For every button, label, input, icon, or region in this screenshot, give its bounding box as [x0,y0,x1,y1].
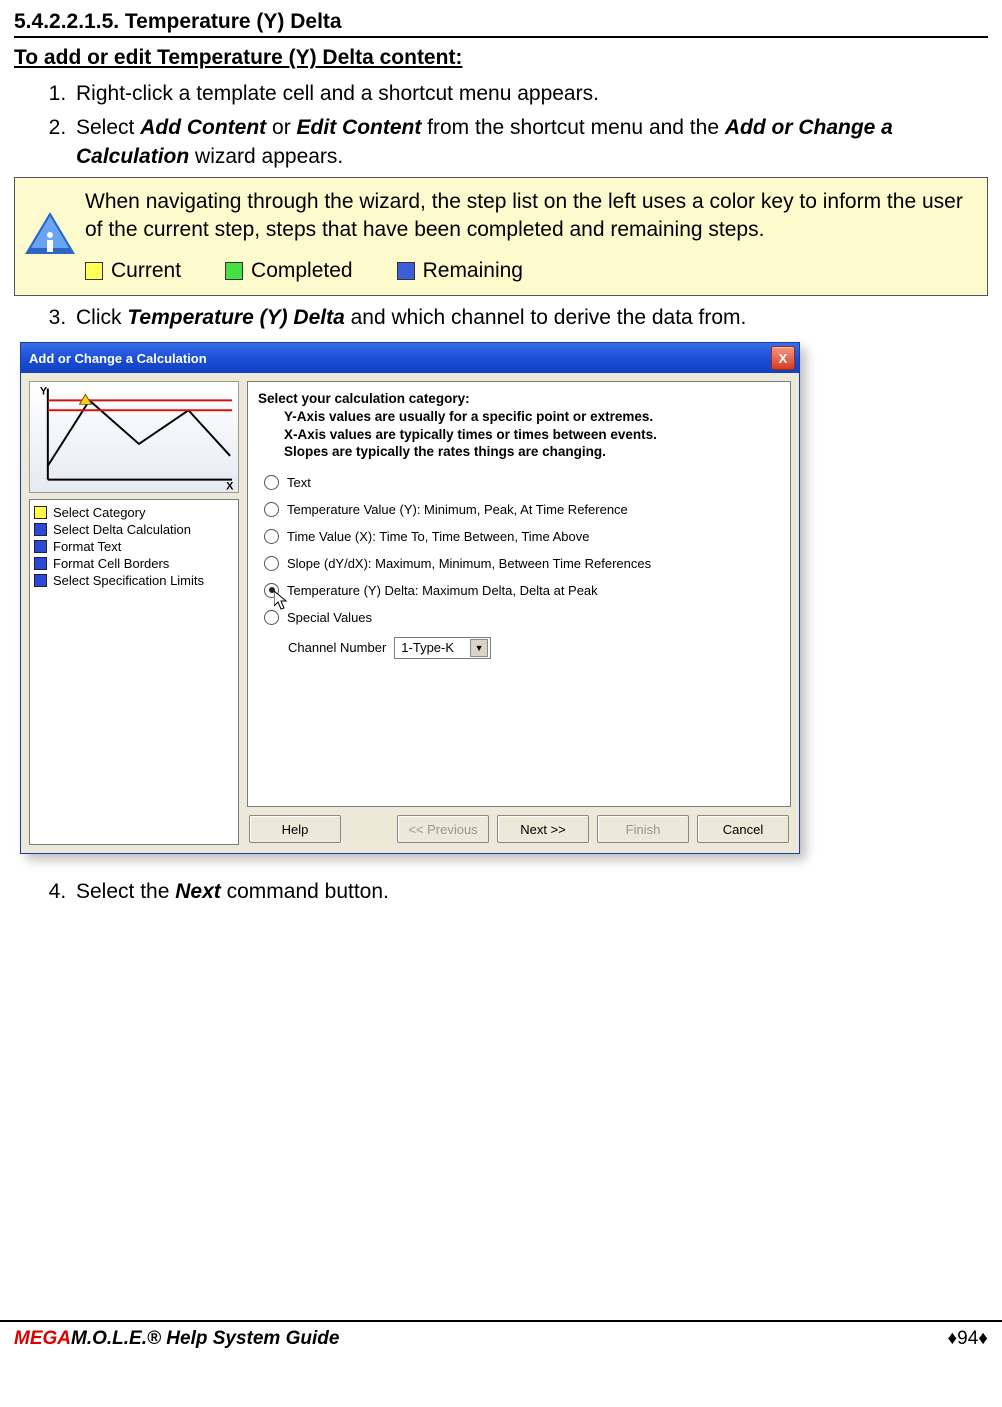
square-icon [34,523,47,536]
previous-button[interactable]: << Previous [397,815,489,843]
radio-label: Temperature (Y) Delta: Maximum Delta, De… [287,583,598,598]
steps-list: Right-click a template cell and a shortc… [14,80,988,171]
prompt-l3: X-Axis values are typically times or tim… [258,426,780,444]
step-label: Select Specification Limits [53,573,204,588]
svg-text:X: X [226,481,234,493]
step-2-bold-2: Edit Content [297,116,422,139]
cancel-button[interactable]: Cancel [697,815,789,843]
step-select-category[interactable]: Select Category [34,504,234,521]
footer-page: ♦94♦ [947,1328,988,1350]
channel-row: Channel Number 1-Type-K ▼ [264,637,780,659]
square-icon [34,557,47,570]
square-icon [34,506,47,519]
radio-temp-delta[interactable]: Temperature (Y) Delta: Maximum Delta, De… [264,583,780,598]
step-3-pre: Click [76,306,127,329]
key-completed-label: Completed [251,257,353,285]
prompt-l1: Select your calculation category: [258,391,470,406]
step-2-text: Select [76,116,140,139]
radio-icon [264,583,279,598]
prompt-panel: Select your calculation category: Y-Axis… [247,381,791,807]
dialog-titlebar[interactable]: Add or Change a Calculation X [21,343,799,373]
info-text: When navigating through the wizard, the … [85,188,977,245]
close-button[interactable]: X [771,346,795,370]
steps-list-cont: Click Temperature (Y) Delta and which ch… [14,304,988,332]
key-remaining-label: Remaining [423,257,523,285]
key-completed-swatch [225,262,243,280]
radio-label: Special Values [287,610,372,625]
section-subhead: To add or edit Temperature (Y) Delta con… [14,46,988,70]
key-remaining-swatch [397,262,415,280]
radio-group: Text Temperature Value (Y): Minimum, Pea… [258,475,780,659]
radio-label: Slope (dY/dX): Maximum, Minimum, Between… [287,556,651,571]
step-3-bold: Temperature (Y) Delta [127,306,344,329]
step-spec-limits[interactable]: Select Specification Limits [34,572,234,589]
prompt-l2: Y-Axis values are usually for a specific… [258,408,780,426]
color-key-row: Current Completed Remaining [85,257,977,285]
radio-slope[interactable]: Slope (dY/dX): Maximum, Minimum, Between… [264,556,780,571]
radio-label: Text [287,475,311,490]
preview-graph: Y X [29,381,239,493]
step-label: Format Cell Borders [53,556,169,571]
step-3: Click Temperature (Y) Delta and which ch… [72,304,988,332]
key-current-swatch [85,262,103,280]
help-button[interactable]: Help [249,815,341,843]
radio-temp-value[interactable]: Temperature Value (Y): Minimum, Peak, At… [264,502,780,517]
step-format-text[interactable]: Format Text [34,538,234,555]
step-2-aft: from the shortcut menu and the [421,116,725,139]
square-icon [34,574,47,587]
wizard-dialog: Add or Change a Calculation X Y X [20,342,800,854]
step-label: Select Delta Calculation [53,522,191,537]
info-icon [25,212,75,262]
radio-icon [264,502,279,517]
step-label: Format Text [53,539,121,554]
step-2: Select Add Content or Edit Content from … [72,114,988,171]
radio-time-value[interactable]: Time Value (X): Time To, Time Between, T… [264,529,780,544]
step-2-mid: or [266,116,296,139]
svg-text:Y: Y [40,386,48,398]
channel-select[interactable]: 1-Type-K ▼ [394,637,491,659]
channel-value: 1-Type-K [401,640,454,655]
step-1: Right-click a template cell and a shortc… [72,80,988,108]
step-2-end: wizard appears. [189,145,343,168]
radio-icon [264,475,279,490]
footer-brand-rest: M.O.L.E.® Help System Guide [71,1328,339,1349]
step-label: Select Category [53,505,146,520]
step-4-pre: Select the [76,880,175,903]
finish-button[interactable]: Finish [597,815,689,843]
radio-text[interactable]: Text [264,475,780,490]
square-icon [34,540,47,553]
radio-icon [264,610,279,625]
chevron-down-icon: ▼ [470,639,488,657]
step-format-borders[interactable]: Format Cell Borders [34,555,234,572]
radio-special[interactable]: Special Values [264,610,780,625]
radio-label: Temperature Value (Y): Minimum, Peak, At… [287,502,628,517]
steps-list-cont2: Select the Next command button. [14,878,988,906]
next-button[interactable]: Next >> [497,815,589,843]
prompt-l4: Slopes are typically the rates things ar… [258,443,780,461]
step-2-bold-1: Add Content [140,116,266,139]
dialog-title: Add or Change a Calculation [29,351,207,366]
step-4-end: command button. [221,880,389,903]
info-text-wrap: When navigating through the wizard, the … [85,188,977,285]
radio-icon [264,529,279,544]
key-current-label: Current [111,257,181,285]
radio-icon [264,556,279,571]
wizard-step-list[interactable]: Select Category Select Delta Calculation… [29,499,239,845]
prompt-header: Select your calculation category: Y-Axis… [258,390,780,460]
button-row: Help << Previous Next >> Finish Cancel [247,807,791,845]
step-4: Select the Next command button. [72,878,988,906]
step-3-end: and which channel to derive the data fro… [345,306,747,329]
radio-label: Time Value (X): Time To, Time Between, T… [287,529,590,544]
step-select-delta[interactable]: Select Delta Calculation [34,521,234,538]
channel-label: Channel Number [288,640,386,655]
step-4-bold: Next [175,880,221,903]
footer-brand-mega: MEGA [14,1328,71,1349]
footer-brand: MEGAM.O.L.E.® Help System Guide [14,1328,339,1350]
info-callout: When navigating through the wizard, the … [14,177,988,296]
section-number: 5.4.2.2.1.5. Temperature (Y) Delta [14,10,988,38]
page-footer: MEGAM.O.L.E.® Help System Guide ♦94♦ [0,1320,1002,1360]
